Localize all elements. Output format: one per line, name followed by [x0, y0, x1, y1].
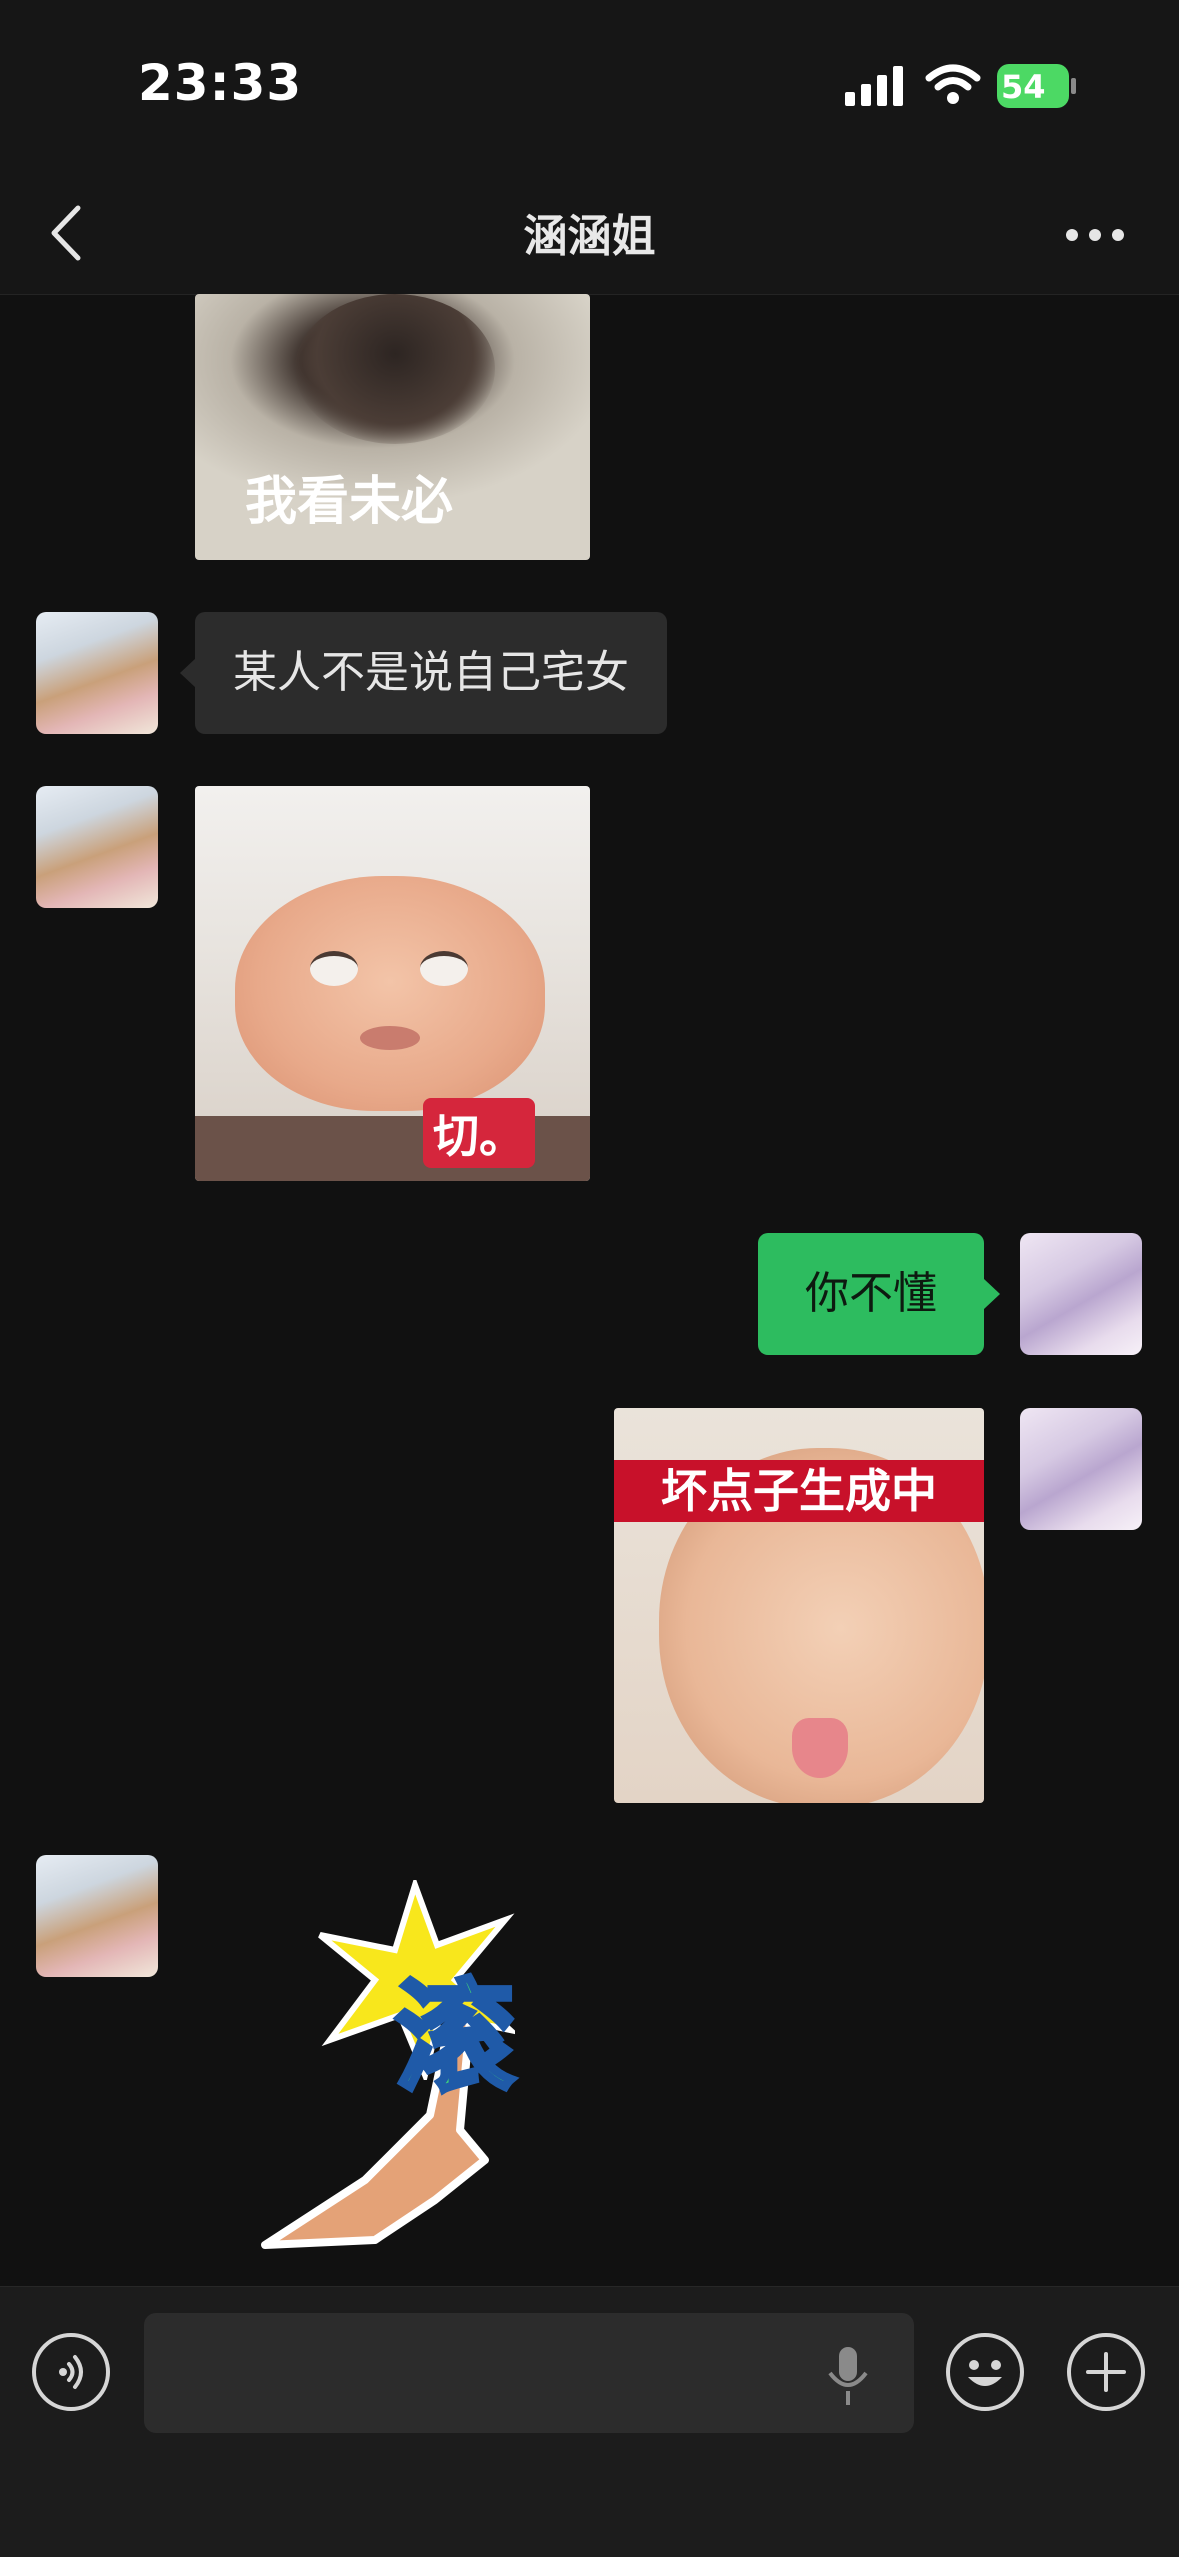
- sticker-eye: [310, 951, 358, 986]
- status-bar: 23:33 54: [0, 0, 1179, 170]
- bubble-tail: [984, 1279, 1000, 1309]
- emoji-icon[interactable]: [946, 2333, 1024, 2411]
- sticker-caption: 我看未必: [245, 472, 454, 532]
- contact-avatar[interactable]: [36, 612, 158, 734]
- battery-tip: [1071, 78, 1076, 94]
- plus-icon[interactable]: [1067, 2333, 1145, 2411]
- more-dots-icon[interactable]: [1060, 210, 1130, 260]
- sticker-caption: 滚: [393, 1967, 518, 2111]
- incoming-text-bubble[interactable]: 某人不是说自己宅女: [195, 612, 667, 734]
- sticker-face: [235, 876, 545, 1111]
- battery-charging-icon: 54: [997, 64, 1077, 108]
- sticker-mouth: [360, 1026, 420, 1050]
- wifi-icon: [925, 64, 981, 104]
- sticker-eye: [420, 951, 468, 986]
- sticker-tongue: [792, 1718, 848, 1778]
- input-bar: [0, 2286, 1179, 2557]
- status-time: 23:33: [138, 54, 303, 112]
- microphone-icon[interactable]: [826, 2345, 870, 2409]
- sticker-message[interactable]: 我看未必: [195, 294, 590, 560]
- my-avatar[interactable]: [1020, 1408, 1142, 1530]
- contact-avatar[interactable]: [36, 1855, 158, 1977]
- sticker-message[interactable]: 切。: [195, 786, 590, 1181]
- sticker-message[interactable]: 滚: [245, 1880, 575, 2250]
- message-input[interactable]: [144, 2313, 914, 2433]
- cellular-signal-icon: [845, 66, 903, 106]
- chat-title: 涵涵姐: [523, 211, 656, 262]
- bubble-tail: [180, 658, 196, 688]
- sticker-message[interactable]: 坏点子生成中: [614, 1408, 984, 1803]
- sticker-nose: [295, 294, 495, 444]
- sticker-caption: 切。: [423, 1098, 535, 1168]
- voice-mode-icon[interactable]: [32, 2333, 110, 2411]
- sticker-caption: 坏点子生成中: [614, 1460, 984, 1522]
- contact-avatar[interactable]: [36, 786, 158, 908]
- my-avatar[interactable]: [1020, 1233, 1142, 1355]
- outgoing-text-bubble[interactable]: 你不懂: [758, 1233, 984, 1355]
- nav-bar: 涵涵姐: [0, 170, 1179, 295]
- battery-level: 54: [1001, 68, 1046, 106]
